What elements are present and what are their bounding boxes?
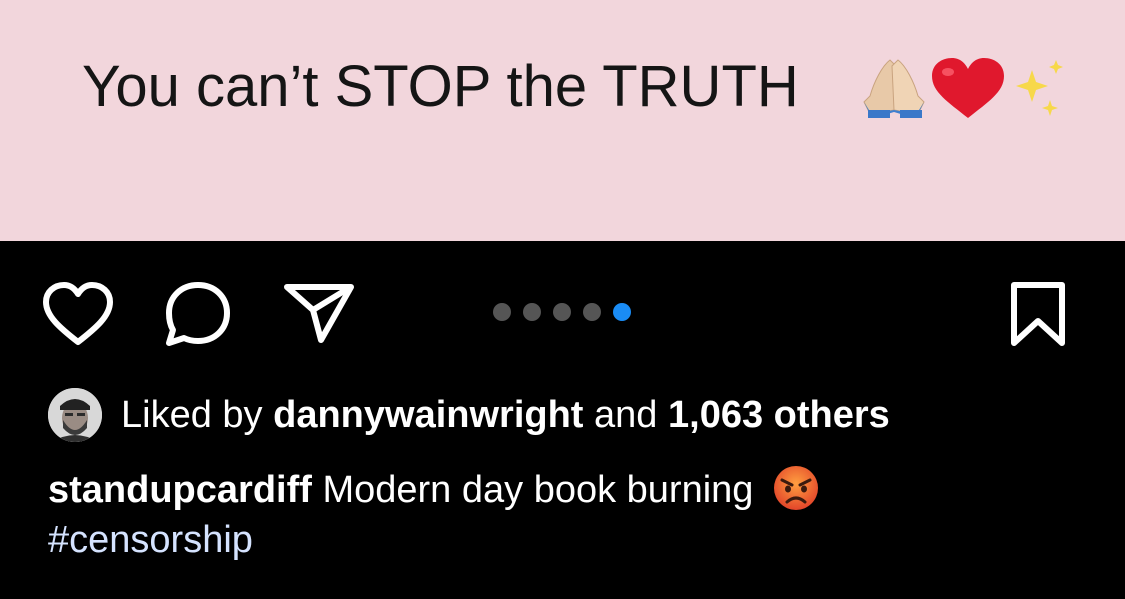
red-heart-icon [932,58,1004,118]
likes-count[interactable]: 1,063 others [668,394,890,436]
likes-prefix: Liked by [121,394,263,436]
carousel-dot [553,303,571,321]
caption-username[interactable]: standupcardiff [48,469,312,511]
heart-icon[interactable] [42,282,114,346]
post-image-emojis [863,58,1063,118]
likes-summary[interactable]: Liked by dannywainwright and 1,063 other… [121,392,890,438]
carousel-indicator [490,302,640,322]
carousel-dot [583,303,601,321]
post-image[interactable]: You can’t STOP the TRUTH [0,0,1125,241]
comment-icon[interactable] [163,280,233,350]
angry-face-icon [773,465,818,510]
liked-by-username[interactable]: dannywainwright [273,394,583,436]
post-image-text: You can’t STOP the TRUTH [82,54,799,119]
paper-plane-icon[interactable] [283,282,355,344]
carousel-dot [493,303,511,321]
bookmark-icon[interactable] [1009,281,1067,347]
sparkles-icon [1016,60,1063,116]
carousel-dot-active [613,303,631,321]
caption-text: Modern day book burning [322,469,754,511]
likes-conjunction: and [594,394,658,436]
likes-row: Liked by dannywainwright and 1,063 other… [48,388,1098,444]
folded-hands-icon [863,59,925,118]
carousel-dot [523,303,541,321]
avatar[interactable] [48,388,102,442]
post-caption: standupcardiff Modern day book burning #… [48,465,1098,564]
avatar-image [48,388,102,442]
caption-hashtag[interactable]: #censorship [48,516,1098,564]
